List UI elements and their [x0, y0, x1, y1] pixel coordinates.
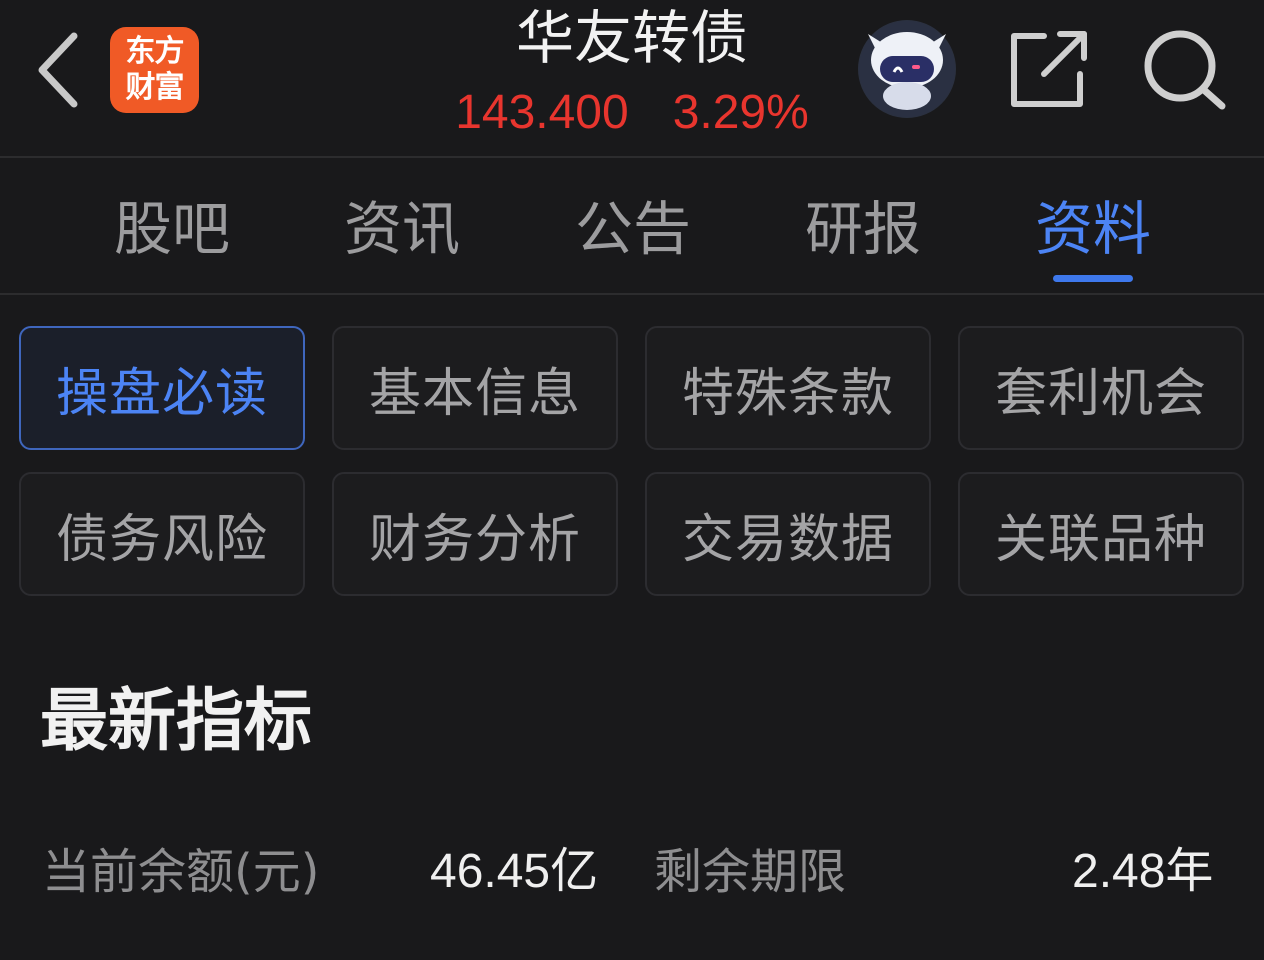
- logo-line-1: 东方: [125, 34, 185, 69]
- page-title: 华友转债: [515, 4, 748, 72]
- share-button[interactable]: [1004, 28, 1092, 112]
- last-price: 143.400: [455, 86, 629, 139]
- bond-detail-page: 东方 财富 华友转债 143.400 3.29% 股吧 资讯 公告 研报 资料 …: [0, 0, 1264, 960]
- main-tab-bar: 股吧 资讯 公告 研报 资料: [0, 160, 1264, 294]
- subtab-trading-data[interactable]: 交易数据: [645, 472, 931, 596]
- search-button[interactable]: [1140, 26, 1230, 114]
- back-arrow-icon: [38, 32, 78, 108]
- robot-assistant-icon: [859, 21, 955, 117]
- back-button[interactable]: [30, 30, 86, 110]
- robot-assistant-button[interactable]: [858, 20, 956, 118]
- subtab-related-products[interactable]: 关联品种: [958, 472, 1244, 596]
- tab-announcements[interactable]: 公告: [553, 194, 713, 264]
- subtab-financial-analysis[interactable]: 财务分析: [332, 472, 618, 596]
- subtab-basic-info[interactable]: 基本信息: [332, 326, 618, 450]
- search-icon: [1144, 30, 1226, 110]
- price-quote: 143.400 3.29%: [380, 84, 884, 142]
- logo-line-2: 财富: [125, 70, 185, 105]
- subtab-arbitrage[interactable]: 套利机会: [958, 326, 1244, 450]
- tab-news[interactable]: 资讯: [322, 194, 482, 264]
- metric-label-remaining-term: 剩余期限: [654, 844, 847, 900]
- change-percent: 3.29%: [672, 86, 809, 139]
- top-bar: 东方 财富 华友转债 143.400 3.29%: [0, 0, 1264, 156]
- subtab-debt-risk[interactable]: 债务风险: [19, 472, 305, 596]
- section-title-latest-indicators: 最新指标: [40, 682, 313, 761]
- subtab-trading-must-read[interactable]: 操盘必读: [19, 326, 305, 450]
- app-logo[interactable]: 东方 财富: [110, 27, 199, 113]
- tab-guba[interactable]: 股吧: [92, 194, 252, 264]
- header-divider: [0, 156, 1264, 158]
- metric-label-outstanding-balance: 当前余额(元): [42, 844, 320, 900]
- metric-value-outstanding-balance: 46.45亿: [430, 845, 599, 898]
- active-tab-indicator: [1053, 275, 1133, 282]
- subtab-special-terms[interactable]: 特殊条款: [645, 326, 931, 450]
- share-icon: [1011, 31, 1087, 107]
- tab-research[interactable]: 研报: [783, 194, 943, 264]
- tabs-divider: [0, 293, 1264, 295]
- metric-value-remaining-term: 2.48年: [1072, 845, 1214, 898]
- tab-profile[interactable]: 资料: [1013, 194, 1173, 264]
